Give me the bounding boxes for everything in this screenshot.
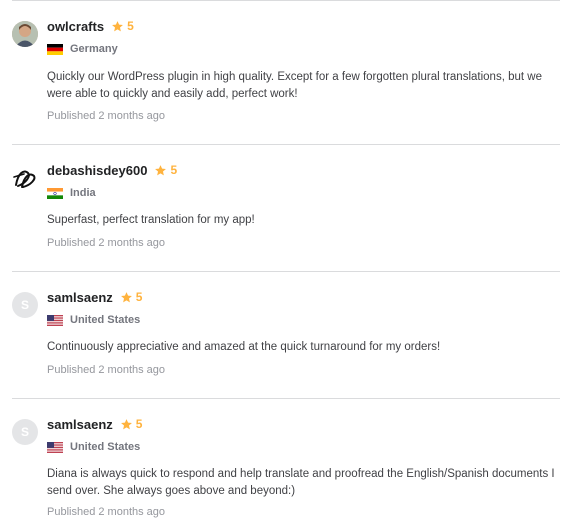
rating-value: 5: [170, 163, 178, 177]
published-date: Published 2 months ago: [47, 506, 166, 518]
india-flag-icon: [47, 187, 63, 199]
review-text: Superfast, perfect translation for my ap…: [47, 214, 255, 226]
us-flag-icon: [47, 314, 63, 326]
avatar[interactable]: [12, 21, 38, 47]
user-photo-icon: [12, 21, 38, 47]
review-text: Continuously appreciative and amazed at …: [47, 341, 441, 353]
star-icon: [112, 20, 123, 31]
rating: 5: [120, 417, 143, 431]
avatar[interactable]: [12, 165, 38, 191]
avatar-initial: S: [20, 425, 29, 439]
published-date: Published 2 months ago: [47, 110, 166, 122]
star-icon: [120, 418, 132, 429]
dd-signature-logo-icon: [13, 170, 36, 188]
rating-value: 5: [135, 290, 143, 304]
reviewer-header: samlsaenz 5: [47, 415, 142, 433]
avatar[interactable]: S: [12, 419, 38, 445]
reviewer-username[interactable]: debashisdey600: [47, 163, 147, 178]
us-flag-icon: [47, 441, 63, 453]
reviewer-header: debashisdey600 5: [47, 161, 177, 179]
country-name: United States: [70, 314, 141, 326]
review-item: S samlsaenz 5 United States Continuously…: [12, 271, 560, 398]
reviewer-username[interactable]: owlcrafts: [47, 19, 104, 34]
rating-value: 5: [127, 19, 134, 33]
rating: 5: [154, 163, 177, 177]
star-icon: [155, 164, 167, 175]
review-text: Quickly our WordPress plugin in high qua…: [47, 71, 542, 100]
rating-value: 5: [135, 417, 143, 431]
reviewer-country: India: [47, 185, 96, 201]
review-text: Diana is always quick to respond and hel…: [47, 468, 555, 497]
reviewer-country: Germany: [47, 41, 118, 57]
star-icon: [120, 291, 132, 302]
reviewer-username[interactable]: samlsaenz: [47, 417, 113, 432]
country-name: India: [70, 187, 96, 199]
reviewer-header: owlcrafts 5: [47, 17, 134, 35]
country-name: United States: [70, 441, 141, 453]
published-date: Published 2 months ago: [47, 364, 166, 376]
review-item: S samlsaenz 5 United States Diana is alw…: [12, 398, 560, 530]
rating: 5: [120, 290, 143, 304]
review-item: owlcrafts 5 Germany Quickly our WordPres…: [12, 0, 560, 144]
germany-flag-icon: [47, 43, 63, 55]
review-item: debashisdey600 5 India Superfast, perfec…: [12, 144, 560, 271]
avatar[interactable]: S: [12, 292, 38, 318]
rating: 5: [111, 19, 134, 33]
reviewer-header: samlsaenz 5: [47, 288, 142, 306]
reviewer-country: United States: [47, 312, 140, 328]
published-date: Published 2 months ago: [47, 237, 166, 249]
reviewer-username[interactable]: samlsaenz: [47, 290, 113, 305]
avatar-initial: S: [20, 298, 29, 312]
reviewer-country: United States: [47, 439, 140, 455]
country-name: Germany: [70, 43, 118, 55]
